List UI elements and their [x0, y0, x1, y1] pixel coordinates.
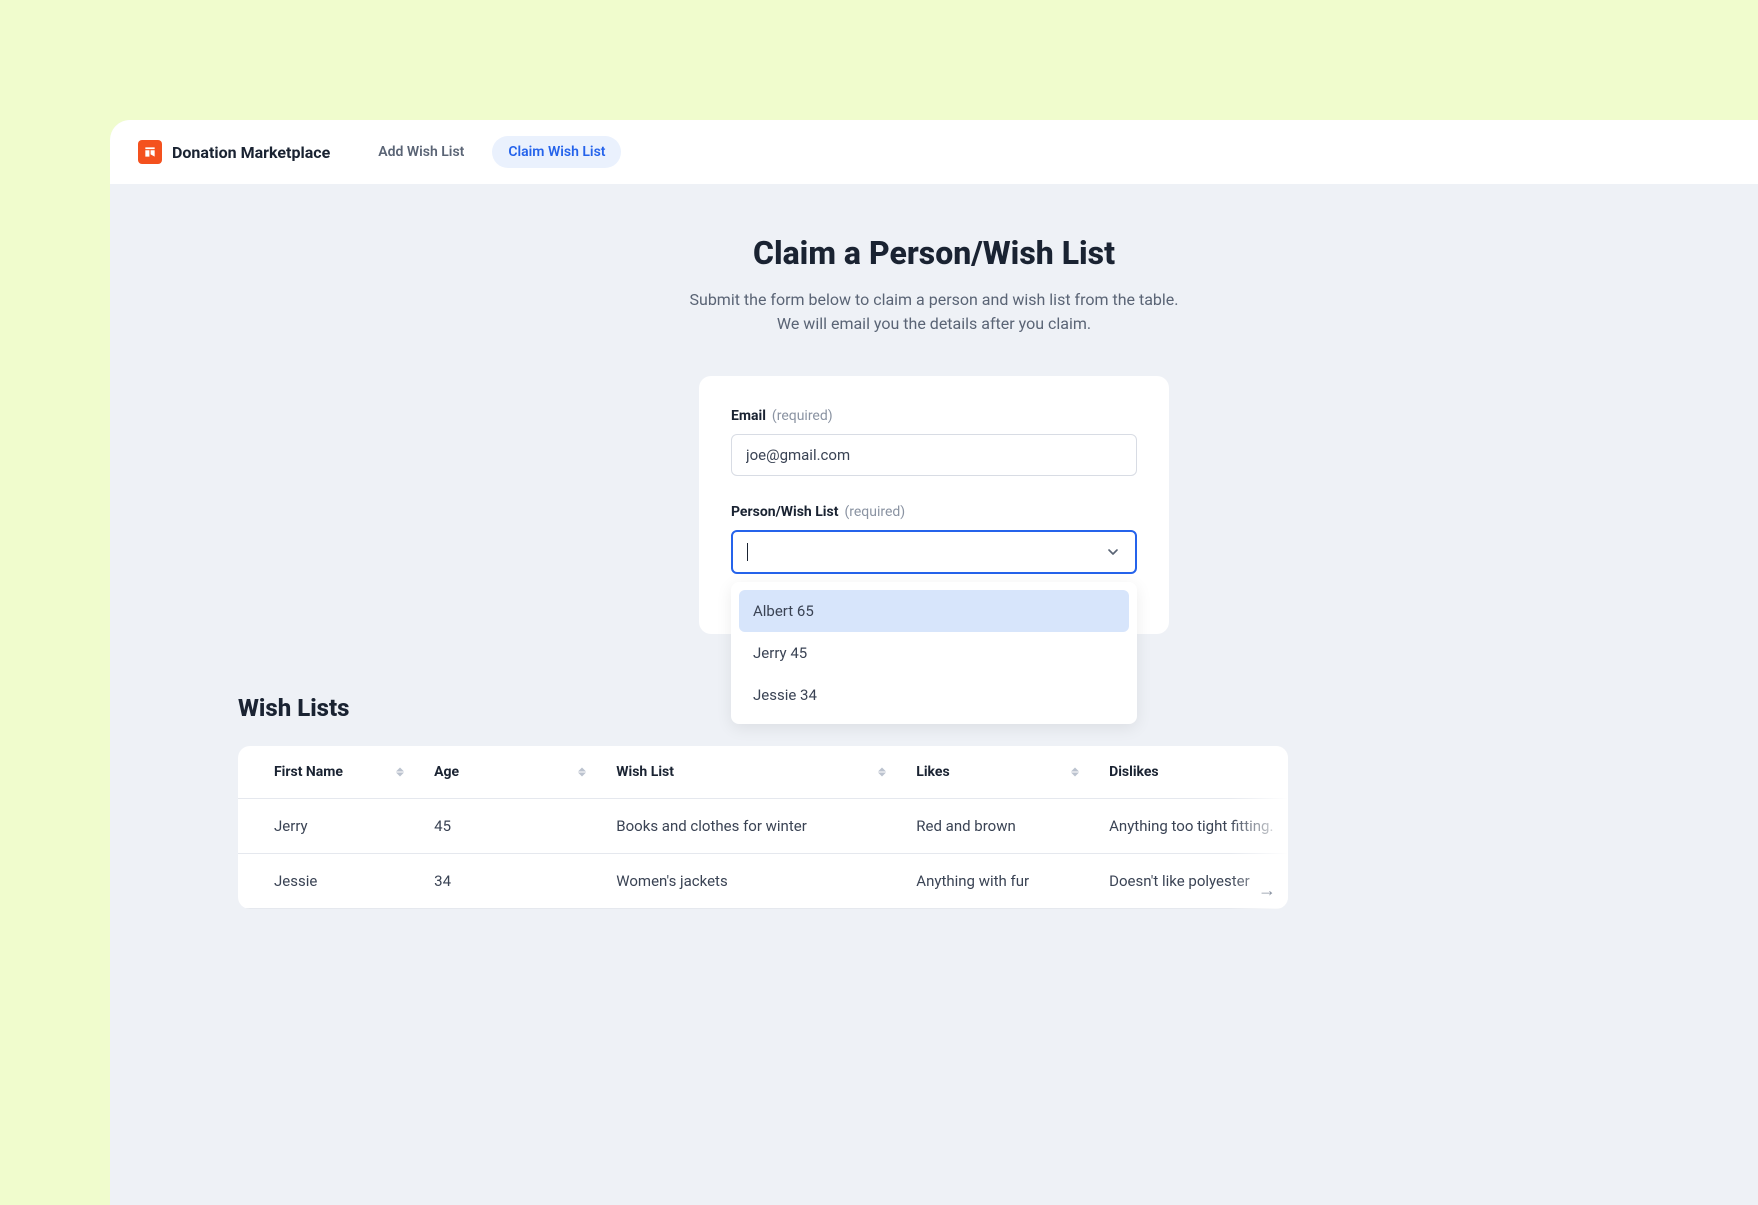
nav-links: Add Wish List Claim Wish List — [362, 136, 621, 168]
table-row[interactable]: Jerry 45 Books and clothes for winter Re… — [238, 799, 1288, 854]
cell-dislikes: Anything too tight fitting. — [1095, 799, 1288, 854]
cell-likes: Red and brown — [902, 799, 1095, 854]
page-subtitle: Submit the form below to claim a person … — [684, 288, 1184, 336]
person-label-text: Person/Wish List — [731, 504, 838, 520]
cell-wishlist: Books and clothes for winter — [602, 799, 902, 854]
person-select[interactable] — [731, 530, 1137, 574]
table-header-row: First Name Age — [238, 746, 1288, 799]
cell-firstname: Jerry — [238, 799, 420, 854]
table-row[interactable]: Jessie 34 Women's jackets Anything with … — [238, 854, 1288, 909]
app-window: Donation Marketplace Add Wish List Claim… — [110, 120, 1758, 1205]
nav-add-wish-list[interactable]: Add Wish List — [362, 136, 480, 168]
text-cursor — [747, 543, 748, 561]
email-form-group: Email (required) — [731, 408, 1137, 476]
email-label-text: Email — [731, 408, 766, 424]
brand[interactable]: Donation Marketplace — [138, 140, 330, 164]
column-header-dislikes[interactable]: Dislikes — [1095, 746, 1288, 799]
scroll-right-arrow[interactable]: → — [1258, 880, 1276, 901]
brand-name: Donation Marketplace — [172, 143, 330, 162]
cell-age: 45 — [420, 799, 602, 854]
cell-firstname: Jessie — [238, 854, 420, 909]
column-header-firstname[interactable]: First Name — [238, 746, 420, 799]
wishlists-table-card: First Name Age — [238, 746, 1288, 909]
person-select-wrapper: Albert 65 Jerry 45 Jessie 34 — [731, 530, 1137, 574]
wishlists-table: First Name Age — [238, 746, 1288, 909]
sort-icon — [878, 768, 886, 777]
email-required-text: (required) — [772, 408, 833, 424]
dropdown-option-jerry[interactable]: Jerry 45 — [739, 632, 1129, 674]
dropdown-option-albert[interactable]: Albert 65 — [739, 590, 1129, 632]
cell-likes: Anything with fur — [902, 854, 1095, 909]
sort-icon — [578, 768, 586, 777]
column-header-age[interactable]: Age — [420, 746, 602, 799]
dropdown-option-jessie[interactable]: Jessie 34 — [739, 674, 1129, 716]
column-header-likes[interactable]: Likes — [902, 746, 1095, 799]
cell-age: 34 — [420, 854, 602, 909]
email-input[interactable] — [731, 434, 1137, 476]
brand-icon — [138, 140, 162, 164]
cell-wishlist: Women's jackets — [602, 854, 902, 909]
sort-icon — [396, 768, 404, 777]
nav-claim-wish-list[interactable]: Claim Wish List — [492, 136, 621, 168]
page-title: Claim a Person/Wish List — [110, 234, 1758, 272]
email-label: Email (required) — [731, 408, 1137, 424]
column-header-wishlist[interactable]: Wish List — [602, 746, 902, 799]
header-bar: Donation Marketplace Add Wish List Claim… — [110, 120, 1758, 184]
form-card: Email (required) Person/Wish List (requi… — [699, 376, 1169, 634]
person-dropdown-menu: Albert 65 Jerry 45 Jessie 34 — [731, 582, 1137, 724]
person-required-text: (required) — [844, 504, 905, 520]
main-content: Claim a Person/Wish List Submit the form… — [110, 184, 1758, 909]
chevron-down-icon — [1105, 544, 1121, 560]
person-form-group: Person/Wish List (required) Albert 65 Je… — [731, 504, 1137, 574]
person-label: Person/Wish List (required) — [731, 504, 1137, 520]
sort-icon — [1071, 768, 1079, 777]
